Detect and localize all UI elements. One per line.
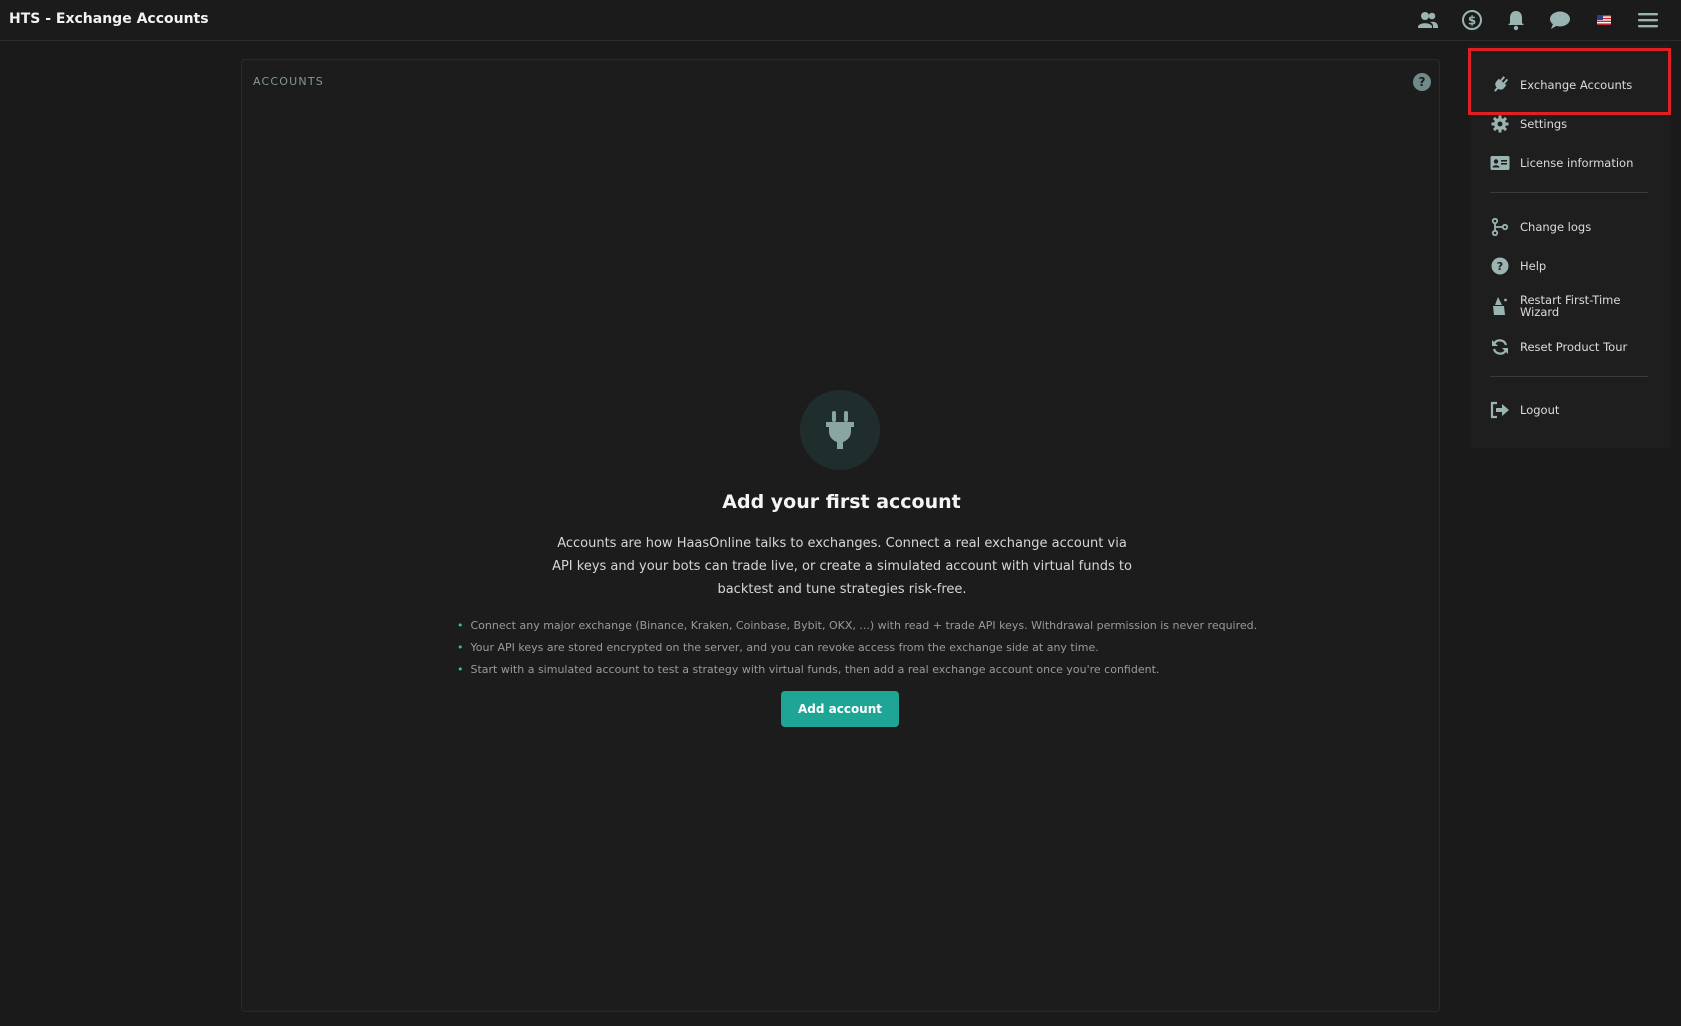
- menu-item-label: Logout: [1520, 403, 1560, 417]
- bullet-text: Your API keys are stored encrypted on th…: [470, 641, 1099, 654]
- empty-state-title: Add your first account: [722, 491, 961, 513]
- menu-item-license-information[interactable]: License information: [1490, 148, 1662, 178]
- gear-icon: [1490, 114, 1510, 134]
- refresh-icon: [1490, 337, 1510, 357]
- users-icon[interactable]: [1416, 9, 1440, 31]
- app-title: HTS - Exchange Accounts: [9, 11, 209, 27]
- menu-item-change-logs[interactable]: Change logs: [1490, 212, 1662, 242]
- menu-item-label: Settings: [1520, 117, 1568, 131]
- menu-divider: [1490, 376, 1648, 377]
- bullet-text: Connect any major exchange (Binance, Kra…: [470, 619, 1258, 632]
- svg-text:?: ?: [1497, 260, 1503, 273]
- menu-item-help[interactable]: ? Help: [1490, 251, 1662, 281]
- menu-divider: [1490, 192, 1648, 193]
- menu-item-logout[interactable]: Logout: [1490, 395, 1662, 425]
- branch-icon: [1490, 217, 1510, 237]
- bullet-dot: •: [457, 663, 464, 676]
- list-item: • Start with a simulated account to test …: [457, 659, 1277, 681]
- logout-icon: [1490, 400, 1510, 420]
- plug-icon: [800, 390, 880, 470]
- accounts-card: ACCOUNTS ? Add your first account Accoun…: [241, 59, 1440, 1012]
- info-bullet-list: • Connect any major exchange (Binance, Kr…: [457, 615, 1277, 681]
- card-title: ACCOUNTS: [253, 75, 324, 88]
- menu-item-label: Reset Product Tour: [1520, 340, 1628, 354]
- wizard-icon: [1490, 296, 1510, 316]
- question-icon: ?: [1490, 256, 1510, 276]
- bullet-dot: •: [457, 641, 464, 654]
- svg-text:$: $: [1468, 14, 1476, 28]
- add-account-button[interactable]: Add account: [781, 691, 899, 727]
- menu-item-label: Change logs: [1520, 220, 1592, 234]
- menu-item-label: Help: [1520, 259, 1547, 273]
- hamburger-menu-icon[interactable]: [1636, 9, 1660, 31]
- list-item: • Your API keys are stored encrypted on t…: [457, 637, 1277, 659]
- bell-icon[interactable]: [1504, 9, 1528, 31]
- menu-item-restart-wizard[interactable]: Restart First-Time Wizard: [1490, 291, 1662, 321]
- menu-item-label: Restart First-Time Wizard: [1520, 293, 1621, 319]
- help-icon[interactable]: ?: [1413, 73, 1431, 91]
- dollar-icon[interactable]: $: [1460, 9, 1484, 31]
- list-item: • Connect any major exchange (Binance, Kr…: [457, 615, 1277, 637]
- menu-item-reset-product-tour[interactable]: Reset Product Tour: [1490, 332, 1662, 362]
- empty-state-description: Accounts are how HaasOnline talks to exc…: [552, 536, 1132, 597]
- top-bar: HTS - Exchange Accounts $: [0, 0, 1681, 41]
- menu-item-label: License information: [1520, 156, 1634, 170]
- bullet-dot: •: [457, 619, 464, 632]
- chat-icon[interactable]: [1548, 9, 1572, 31]
- us-flag-icon[interactable]: [1592, 9, 1616, 31]
- highlight-box: [1468, 48, 1671, 115]
- bullet-text: Start with a simulated account to test a…: [470, 663, 1160, 676]
- id-card-icon: [1490, 153, 1510, 173]
